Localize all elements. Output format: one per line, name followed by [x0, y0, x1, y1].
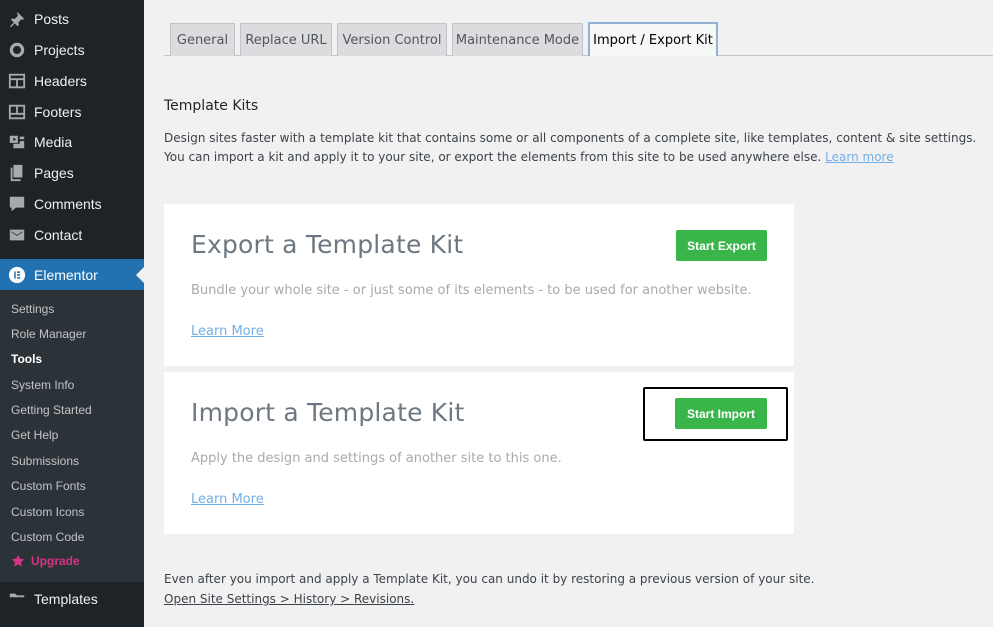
pin-icon [8, 10, 26, 28]
admin-sidebar: Posts Projects Headers Footers Media Pag… [0, 0, 144, 627]
submenu-getting-started[interactable]: Getting Started [11, 403, 92, 417]
menu-label-footers: Footers [34, 103, 82, 120]
submenu-settings[interactable]: Settings [11, 302, 54, 316]
menu-item-posts[interactable]: Posts [0, 3, 144, 34]
menu-label-contact: Contact [34, 226, 83, 243]
submenu-upgrade[interactable]: Upgrade [11, 554, 80, 568]
submenu-custom-fonts[interactable]: Custom Fonts [11, 479, 86, 493]
description-line-2-text: You can import a kit and apply it to you… [164, 150, 822, 164]
start-import-button[interactable]: Start Import [675, 398, 767, 429]
export-kit-card: Export a Template Kit Bundle your whole … [164, 204, 794, 366]
pages-icon [8, 164, 26, 182]
menu-item-projects[interactable]: Projects [0, 34, 144, 65]
site-settings-revisions-link[interactable]: Open Site Settings > History > Revisions… [164, 592, 414, 606]
tab-maintenance-mode[interactable]: Maintenance Mode [452, 23, 583, 56]
menu-label-projects: Projects [34, 41, 85, 58]
export-learn-more-link[interactable]: Learn More [191, 324, 264, 339]
tab-general[interactable]: General [170, 23, 235, 56]
menu-label-posts: Posts [34, 10, 70, 27]
start-export-button[interactable]: Start Export [676, 230, 767, 261]
description-line-1: Design sites faster with a template kit … [164, 131, 977, 145]
submenu-tools[interactable]: Tools [11, 352, 42, 366]
elementor-icon [8, 266, 26, 284]
submenu-system-info[interactable]: System Info [11, 378, 74, 392]
comment-icon [8, 195, 26, 213]
description-line-2: You can import a kit and apply it to you… [164, 150, 894, 164]
submenu-submissions[interactable]: Submissions [11, 454, 79, 468]
import-card-description: Apply the design and settings of another… [191, 451, 562, 466]
menu-label-pages: Pages [34, 164, 74, 181]
menu-item-templates[interactable]: Templates [0, 583, 144, 614]
tab-import-export-kit[interactable]: Import / Export Kit [588, 22, 718, 56]
folder-icon [8, 590, 26, 608]
menu-label-elementor: Elementor [34, 266, 98, 283]
footer-layout-icon [8, 103, 26, 121]
menu-item-headers[interactable]: Headers [0, 65, 144, 96]
menu-label-templates: Templates [34, 590, 98, 607]
tab-version-control[interactable]: Version Control [337, 23, 447, 56]
elementor-submenu: Settings Role Manager Tools System Info … [0, 290, 144, 582]
footer-note: Even after you import and apply a Templa… [164, 572, 815, 586]
tab-replace-url[interactable]: Replace URL [240, 23, 332, 56]
menu-item-elementor[interactable]: Elementor [0, 259, 144, 290]
menu-label-media: Media [34, 133, 73, 150]
menu-item-footers[interactable]: Footers [0, 96, 144, 127]
media-icon [8, 133, 26, 151]
menu-item-comments[interactable]: Comments [0, 188, 144, 219]
import-kit-card: Import a Template Kit Apply the design a… [164, 372, 794, 534]
submenu-get-help[interactable]: Get Help [11, 428, 58, 442]
import-card-title: Import a Template Kit [191, 398, 465, 427]
menu-item-media[interactable]: Media [0, 126, 144, 157]
menu-item-contact[interactable]: Contact [0, 219, 144, 250]
upgrade-label: Upgrade [31, 554, 80, 568]
submenu-custom-code[interactable]: Custom Code [11, 530, 84, 544]
mail-icon [8, 226, 26, 244]
learn-more-link[interactable]: Learn more [825, 150, 893, 164]
page-title: Template Kits [164, 98, 259, 114]
header-layout-icon [8, 72, 26, 90]
submenu-custom-icons[interactable]: Custom Icons [11, 505, 84, 519]
menu-label-comments: Comments [34, 195, 102, 212]
menu-label-headers: Headers [34, 72, 87, 89]
export-card-title: Export a Template Kit [191, 230, 464, 259]
active-menu-arrow [136, 267, 144, 283]
export-card-description: Bundle your whole site - or just some of… [191, 283, 752, 298]
menu-item-pages[interactable]: Pages [0, 157, 144, 188]
star-icon [11, 554, 25, 568]
submenu-role-manager[interactable]: Role Manager [11, 327, 86, 341]
import-learn-more-link[interactable]: Learn More [191, 492, 264, 507]
circle-icon [8, 41, 26, 59]
